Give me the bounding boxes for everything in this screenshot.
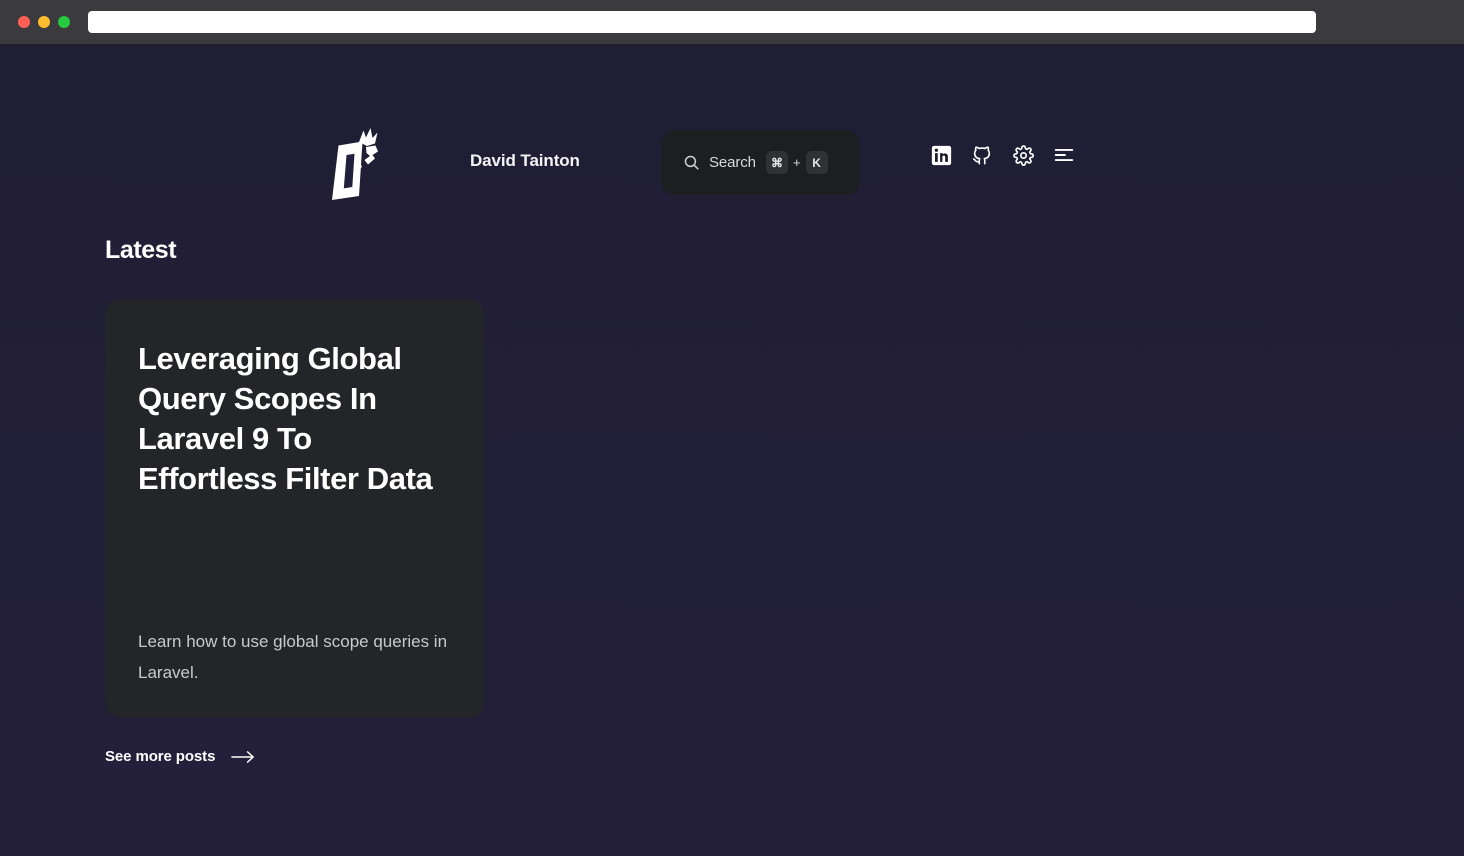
- see-more-posts-label: See more posts: [105, 748, 215, 765]
- close-window-button[interactable]: [18, 16, 30, 28]
- post-card[interactable]: Leveraging Global Query Scopes In Larave…: [105, 299, 484, 718]
- shortcut-key-letter: K: [806, 151, 828, 174]
- menu-icon[interactable]: [1053, 144, 1075, 166]
- github-icon[interactable]: [971, 144, 993, 166]
- page-body: David Tainton Search ⌘ + K: [0, 44, 1464, 856]
- linkedin-icon[interactable]: [930, 144, 952, 166]
- maximize-window-button[interactable]: [58, 16, 70, 28]
- post-excerpt: Learn how to use global scope queries in…: [138, 626, 451, 688]
- shortcut-separator: +: [793, 155, 801, 170]
- browser-chrome: [0, 0, 1464, 44]
- search-icon: [683, 154, 700, 171]
- arrow-right-icon: [231, 750, 255, 764]
- url-bar-input[interactable]: [88, 11, 1316, 33]
- header-icon-group: [930, 144, 1075, 166]
- gear-icon[interactable]: [1012, 144, 1034, 166]
- site-header: David Tainton Search ⌘ + K: [0, 44, 1464, 194]
- window-controls: [18, 16, 70, 28]
- logo-mark[interactable]: [326, 126, 384, 202]
- brand-name: David Tainton: [470, 151, 580, 171]
- shortcut-key-modifier: ⌘: [766, 151, 788, 174]
- page-title: Latest: [105, 236, 176, 265]
- minimize-window-button[interactable]: [38, 16, 50, 28]
- see-more-posts-link[interactable]: See more posts: [105, 748, 255, 765]
- search-label: Search: [709, 154, 756, 171]
- post-title: Leveraging Global Query Scopes In Larave…: [138, 339, 438, 499]
- search-trigger[interactable]: Search ⌘ + K: [661, 130, 860, 195]
